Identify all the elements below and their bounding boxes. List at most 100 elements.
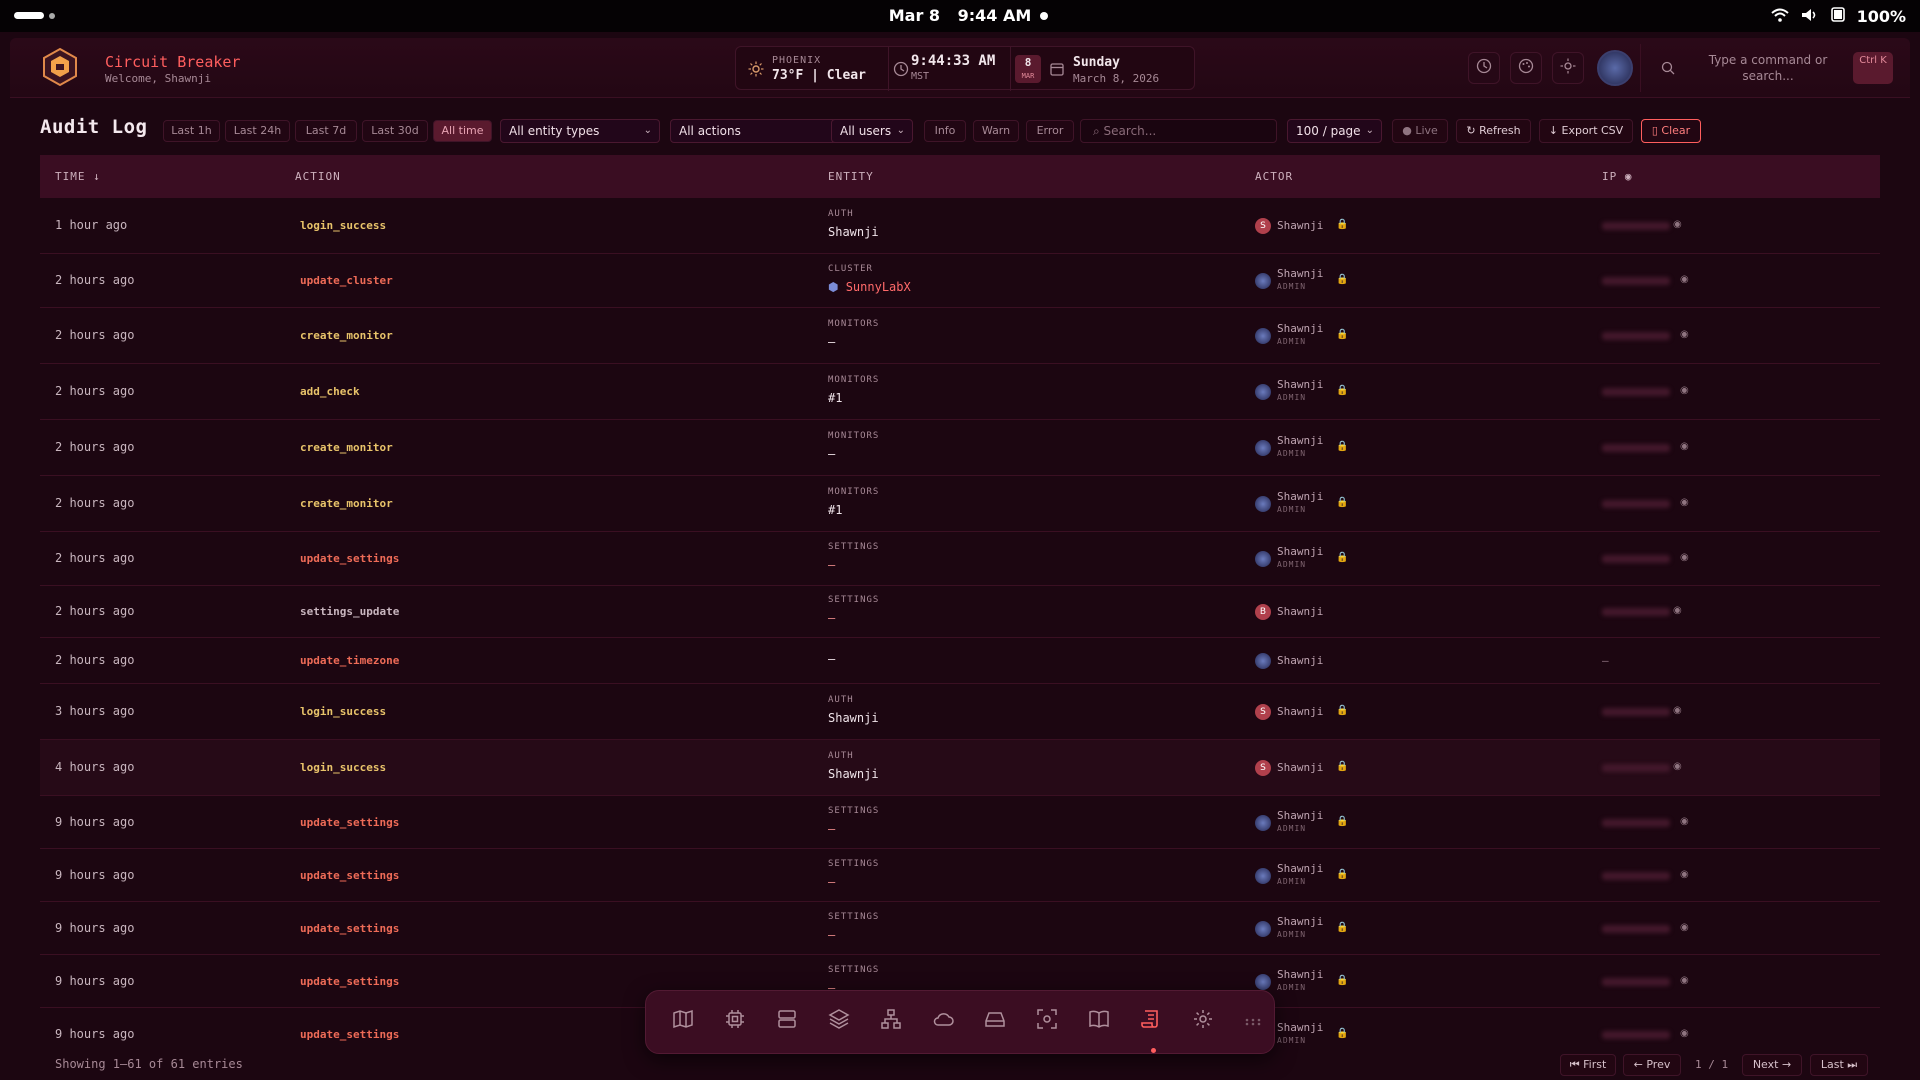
- eye-icon[interactable]: ◉: [1673, 605, 1682, 616]
- eye-icon[interactable]: ◉: [1680, 497, 1689, 508]
- user-avatar[interactable]: [1597, 50, 1633, 86]
- page-title: Audit Log: [40, 116, 148, 138]
- eye-icon[interactable]: ◉: [1673, 705, 1682, 716]
- row-actor-name: Shawnji: [1277, 490, 1324, 503]
- range-all-time[interactable]: All time: [433, 120, 492, 142]
- eye-icon[interactable]: ◉: [1680, 274, 1689, 285]
- entity-type-select[interactable]: All entity types ⌄: [500, 119, 660, 143]
- row-time: 9 hours ago: [55, 920, 135, 935]
- row-actor-name: Shawnji: [1277, 967, 1324, 981]
- clear-button[interactable]: ▯ Clear: [1641, 119, 1701, 143]
- table-row[interactable]: 2 hours ago settings_update SETTINGS — B Shaw…: [40, 586, 1880, 638]
- range-last-30d[interactable]: Last 30d: [362, 120, 428, 142]
- command-search[interactable]: Type a command or search... Ctrl K: [1640, 44, 1906, 92]
- table-row[interactable]: 2 hours ago create_monitor MONITORS #1 Shawn…: [40, 476, 1880, 532]
- recording-dot-icon: [1040, 12, 1048, 20]
- eye-icon[interactable]: ◉: [1680, 329, 1689, 340]
- dock-topology[interactable]: [877, 1007, 905, 1035]
- refresh-button[interactable]: ↻ Refresh: [1456, 119, 1531, 143]
- dock-map[interactable]: [669, 1007, 697, 1035]
- eye-icon[interactable]: ◉: [1680, 869, 1689, 880]
- row-entity-value: —: [828, 558, 836, 572]
- row-entity-value: —: [828, 821, 836, 836]
- volume-icon[interactable]: [1801, 7, 1819, 26]
- row-entity-type: CLUSTER: [828, 264, 873, 274]
- range-last-7d[interactable]: Last 7d: [295, 120, 357, 142]
- table-row[interactable]: 2 hours ago update_settings SETTINGS — Shawn…: [40, 532, 1880, 586]
- eye-icon[interactable]: ◉: [1680, 1028, 1689, 1039]
- table-row[interactable]: 2 hours ago update_timezone — Shawnji —: [40, 638, 1880, 684]
- eye-icon[interactable]: ◉: [1680, 816, 1689, 827]
- user-select[interactable]: All users ⌄: [831, 119, 913, 143]
- eye-icon[interactable]: ◉: [1680, 922, 1689, 933]
- live-toggle[interactable]: ● Live: [1392, 119, 1448, 143]
- dock-cloud[interactable]: [929, 1007, 957, 1035]
- circuit-breaker-logo[interactable]: [38, 46, 82, 90]
- history-button[interactable]: [1468, 52, 1500, 84]
- level-error-toggle[interactable]: Error: [1026, 120, 1074, 142]
- last-page-button[interactable]: Last ⏭: [1810, 1054, 1868, 1076]
- system-time: 9:44 AM: [957, 6, 1032, 25]
- eye-icon[interactable]: ◉: [1673, 219, 1682, 230]
- table-row[interactable]: 3 hours ago login_success AUTH Shawnji S Shaw…: [40, 684, 1880, 740]
- row-entity-value: #1: [828, 503, 843, 517]
- dock-hardware[interactable]: [721, 1007, 749, 1035]
- ip-masked: [1602, 1030, 1670, 1039]
- row-time: 4 hours ago: [55, 760, 135, 774]
- eye-icon[interactable]: ◉: [1680, 975, 1689, 986]
- export-csv-button[interactable]: ↓ Export CSV: [1539, 119, 1633, 143]
- book-icon: [1088, 1008, 1110, 1034]
- table-row[interactable]: 9 hours ago update_settings SETTINGS — Shawn…: [40, 796, 1880, 849]
- dock-layers[interactable]: [825, 1007, 853, 1035]
- table-row[interactable]: 9 hours ago update_settings SETTINGS — Shawn…: [40, 902, 1880, 955]
- table-row[interactable]: 1 hour ago login_success AUTH Shawnji S Shawn…: [40, 198, 1880, 254]
- dock-scan[interactable]: [1033, 1007, 1061, 1035]
- range-last-24h[interactable]: Last 24h: [225, 120, 290, 142]
- ip-masked: [1602, 555, 1670, 563]
- next-page-button[interactable]: Next →: [1742, 1054, 1802, 1076]
- header-time[interactable]: TIME ↓: [55, 170, 101, 183]
- prev-page-button[interactable]: ← Prev: [1623, 1054, 1681, 1076]
- level-warn-toggle[interactable]: Warn: [973, 120, 1019, 142]
- eye-icon[interactable]: ◉: [1680, 385, 1689, 396]
- eye-icon[interactable]: ◉: [1625, 170, 1633, 183]
- row-actor-role: ADMIN: [1277, 929, 1307, 939]
- battery-icon[interactable]: [1830, 6, 1845, 26]
- date-widget[interactable]: 8 MAR Sunday March 8, 2026: [1010, 47, 1196, 91]
- table-row[interactable]: 2 hours ago create_monitor MONITORS — Shawnj…: [40, 420, 1880, 476]
- row-actor-name: Shawnji: [1277, 322, 1324, 335]
- dock-settings[interactable]: [1189, 1007, 1217, 1035]
- dock-servers[interactable]: [773, 1007, 801, 1035]
- eye-icon[interactable]: ◉: [1680, 552, 1689, 563]
- wifi-icon[interactable]: [1770, 7, 1789, 26]
- light-mode-button[interactable]: [1552, 52, 1584, 84]
- table-row[interactable]: 9 hours ago update_settings SETTINGS — Shawn…: [40, 849, 1880, 902]
- dock-more[interactable]: [1239, 1007, 1267, 1035]
- calendar-month: MAR: [1021, 72, 1035, 80]
- date-full: March 8, 2026: [1073, 72, 1160, 85]
- eye-icon[interactable]: ◉: [1680, 441, 1689, 452]
- range-last-1h[interactable]: Last 1h: [163, 120, 220, 142]
- clock-widget[interactable]: 9:44:33 AM MST: [888, 47, 1008, 91]
- table-row[interactable]: 2 hours ago create_monitor MONITORS — Shawnj…: [40, 308, 1880, 364]
- eye-icon[interactable]: ◉: [1673, 761, 1682, 772]
- dock-docs[interactable]: [1085, 1007, 1113, 1035]
- row-action: update_settings: [300, 868, 400, 882]
- row-action: update_settings: [300, 921, 400, 935]
- table-row[interactable]: 4 hours ago login_success AUTH Shawnji S Shaw…: [40, 740, 1880, 796]
- row-entity-link[interactable]: ⬢ SunnyLabX: [828, 280, 911, 294]
- dock-storage[interactable]: [981, 1007, 1009, 1035]
- first-page-button[interactable]: ⏮ First: [1560, 1054, 1616, 1076]
- weather-widget[interactable]: PHOENIX 73°F | Clear: [736, 47, 886, 91]
- row-action: update_settings: [300, 974, 400, 988]
- audit-search-input[interactable]: ⌕ Search...: [1080, 119, 1277, 143]
- system-clock[interactable]: Mar 8 9:44 AM: [0, 6, 1920, 25]
- table-row[interactable]: 2 hours ago update_cluster CLUSTER ⬢ SunnyL…: [40, 254, 1880, 308]
- row-actor-name: Shawnji: [1277, 219, 1324, 232]
- page-size-select[interactable]: 100 / page ⌄: [1287, 119, 1382, 143]
- dock-audit-log[interactable]: [1137, 1007, 1165, 1035]
- lock-icon: 🔒: [1336, 974, 1349, 986]
- table-row[interactable]: 2 hours ago add_check MONITORS #1 Shawnji ADM…: [40, 364, 1880, 420]
- theme-palette-button[interactable]: [1510, 52, 1542, 84]
- level-info-toggle[interactable]: Info: [924, 120, 966, 142]
